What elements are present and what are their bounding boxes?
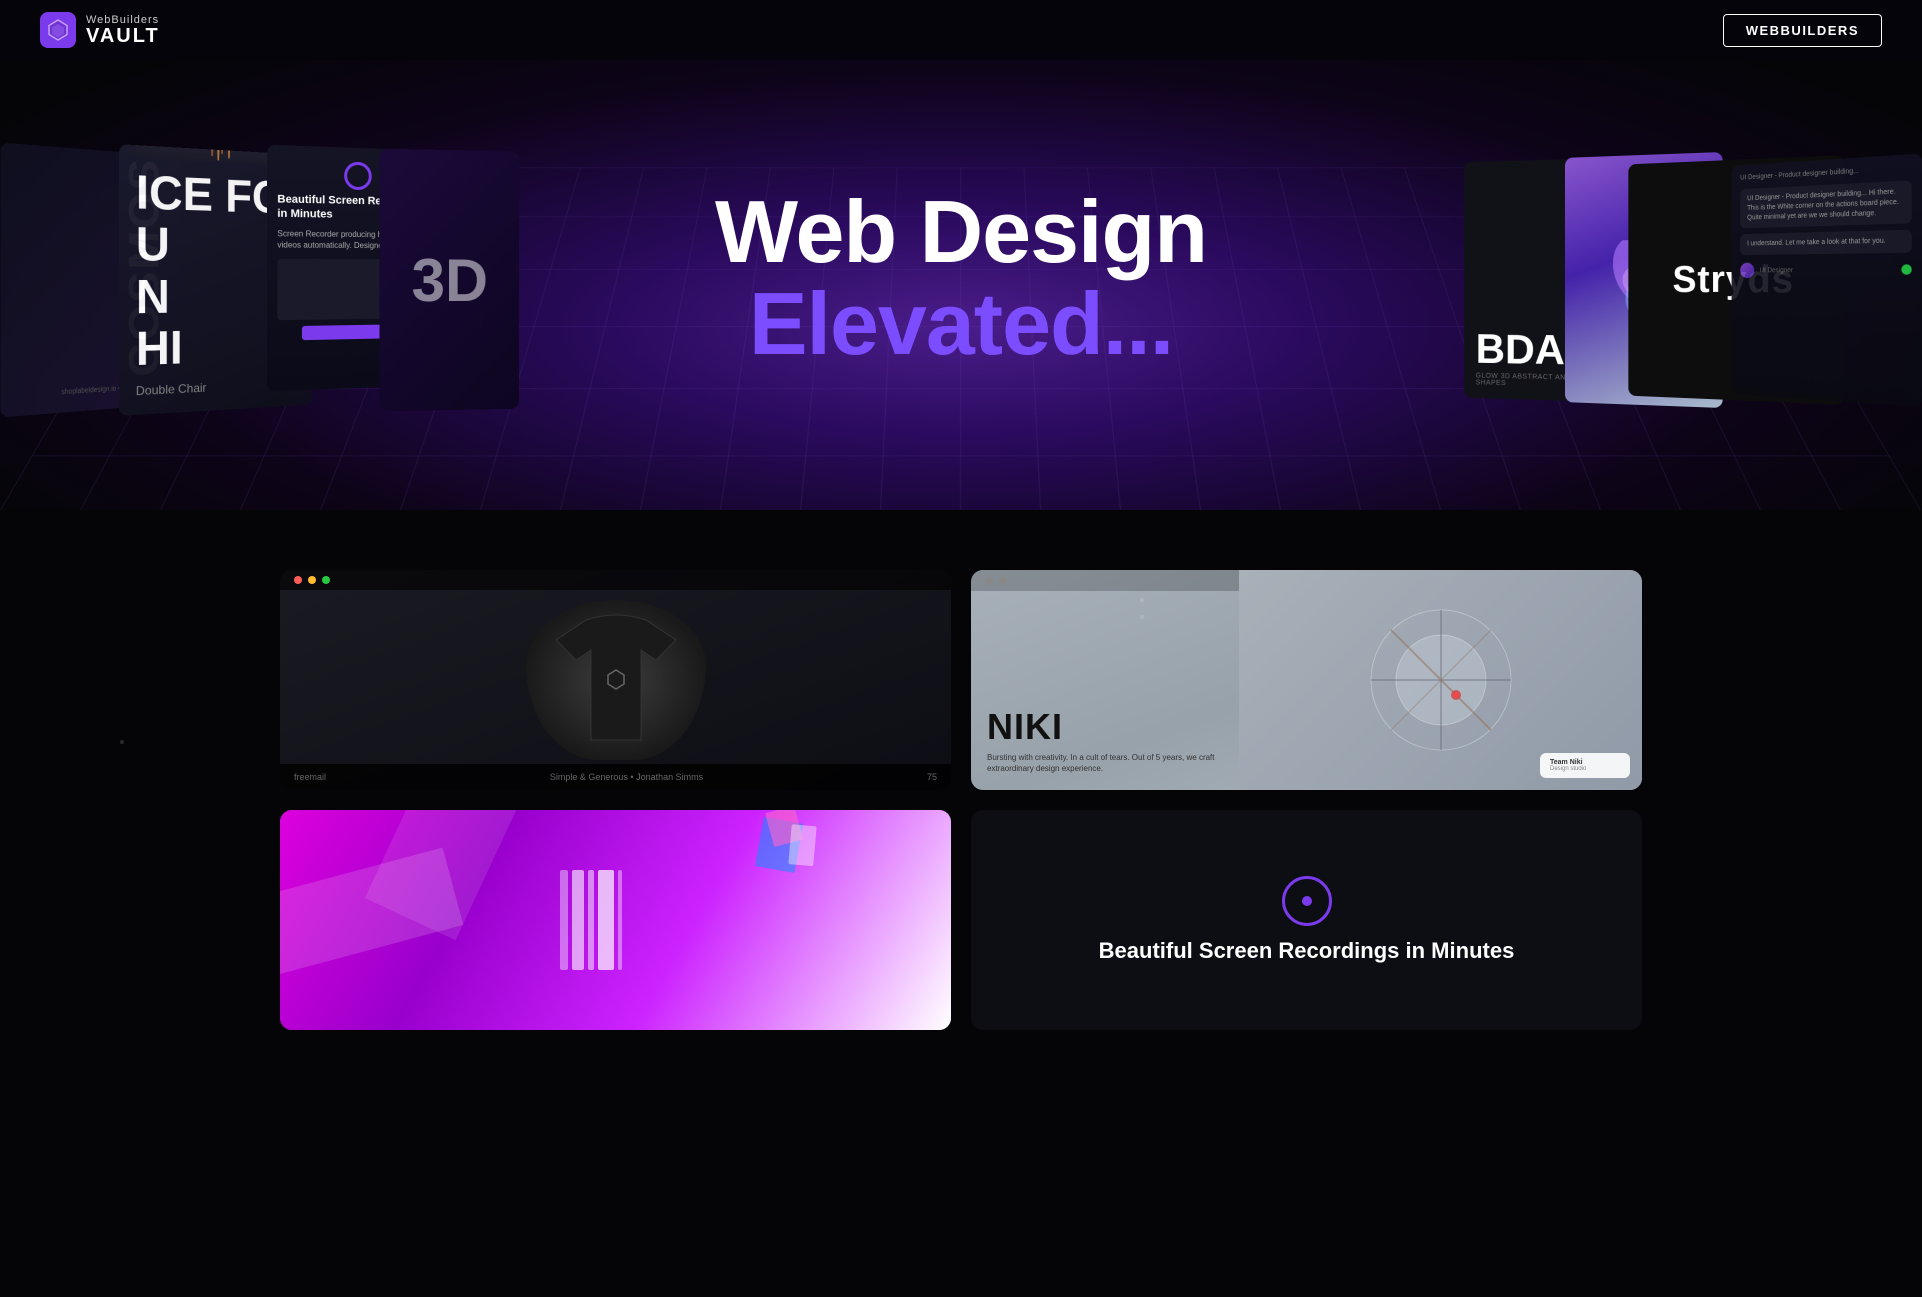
magenta-shapes	[280, 810, 951, 1030]
niki-sub-card: Team Niki Design studio	[1540, 753, 1630, 778]
recordings-inner-dot	[1302, 896, 1312, 906]
dot-green	[322, 576, 330, 584]
shirt-visual	[526, 600, 706, 760]
hero-center: Web Design Elevated...	[715, 188, 1207, 373]
navbar: WebBuilders VAULT WEBBUILDERS	[0, 0, 1922, 60]
gallery-card-niki: New Work Black String Team Niki NIKI Bur…	[971, 570, 1642, 790]
niki-left-panel: NIKI Bursting with creativity. In a cult…	[971, 570, 1239, 790]
footer-left-1: freemail	[294, 772, 326, 782]
dot-yellow	[308, 576, 316, 584]
logo: WebBuilders VAULT	[40, 12, 160, 48]
dot-1	[985, 577, 993, 585]
niki-description: Bursting with creativity. In a cult of t…	[987, 752, 1223, 774]
decorative-dot-3	[1140, 615, 1144, 619]
brand-bottom-label: VAULT	[86, 26, 160, 46]
footer-right-1: 75	[927, 772, 937, 782]
recordings-circle	[1282, 876, 1332, 926]
decorative-dot-1	[120, 740, 124, 744]
webbuilders-button[interactable]: WEBBUILDERS	[1723, 14, 1882, 47]
logo-icon	[40, 12, 76, 48]
logo-text: WebBuilders VAULT	[86, 15, 160, 46]
hero-title-line1: Web Design	[715, 188, 1207, 276]
dot-red	[294, 576, 302, 584]
card-footer-bar-1: freemail Simple & Generous • Jonathan Si…	[280, 764, 951, 790]
gallery-card-magenta	[280, 810, 951, 1030]
hero-section: COSMOS shoplabeldesign.io • ... 🪑 ICE FC…	[0, 50, 1922, 510]
niki-title: NIKI	[987, 706, 1223, 748]
magenta-inner	[280, 810, 951, 1030]
gallery-card-recordings: Beautiful Screen Recordings in Minutes	[971, 810, 1642, 1030]
hero-title-line2: Elevated...	[715, 276, 1207, 373]
gallery-section: freemail Simple & Generous • Jonathan Si…	[0, 510, 1922, 1070]
footer-mid-1: Simple & Generous • Jonathan Simms	[550, 772, 703, 782]
recordings-title: Beautiful Screen Recordings in Minutes	[1099, 938, 1515, 964]
card-top-bar-1	[280, 570, 951, 590]
dot-2	[999, 577, 1007, 585]
brand-top-label: WebBuilders	[86, 15, 160, 26]
niki-right-panel: Team Niki Design studio	[1239, 570, 1642, 790]
decorative-dot-2	[1140, 598, 1144, 602]
gallery-card-shirt: freemail Simple & Generous • Jonathan Si…	[280, 570, 951, 790]
